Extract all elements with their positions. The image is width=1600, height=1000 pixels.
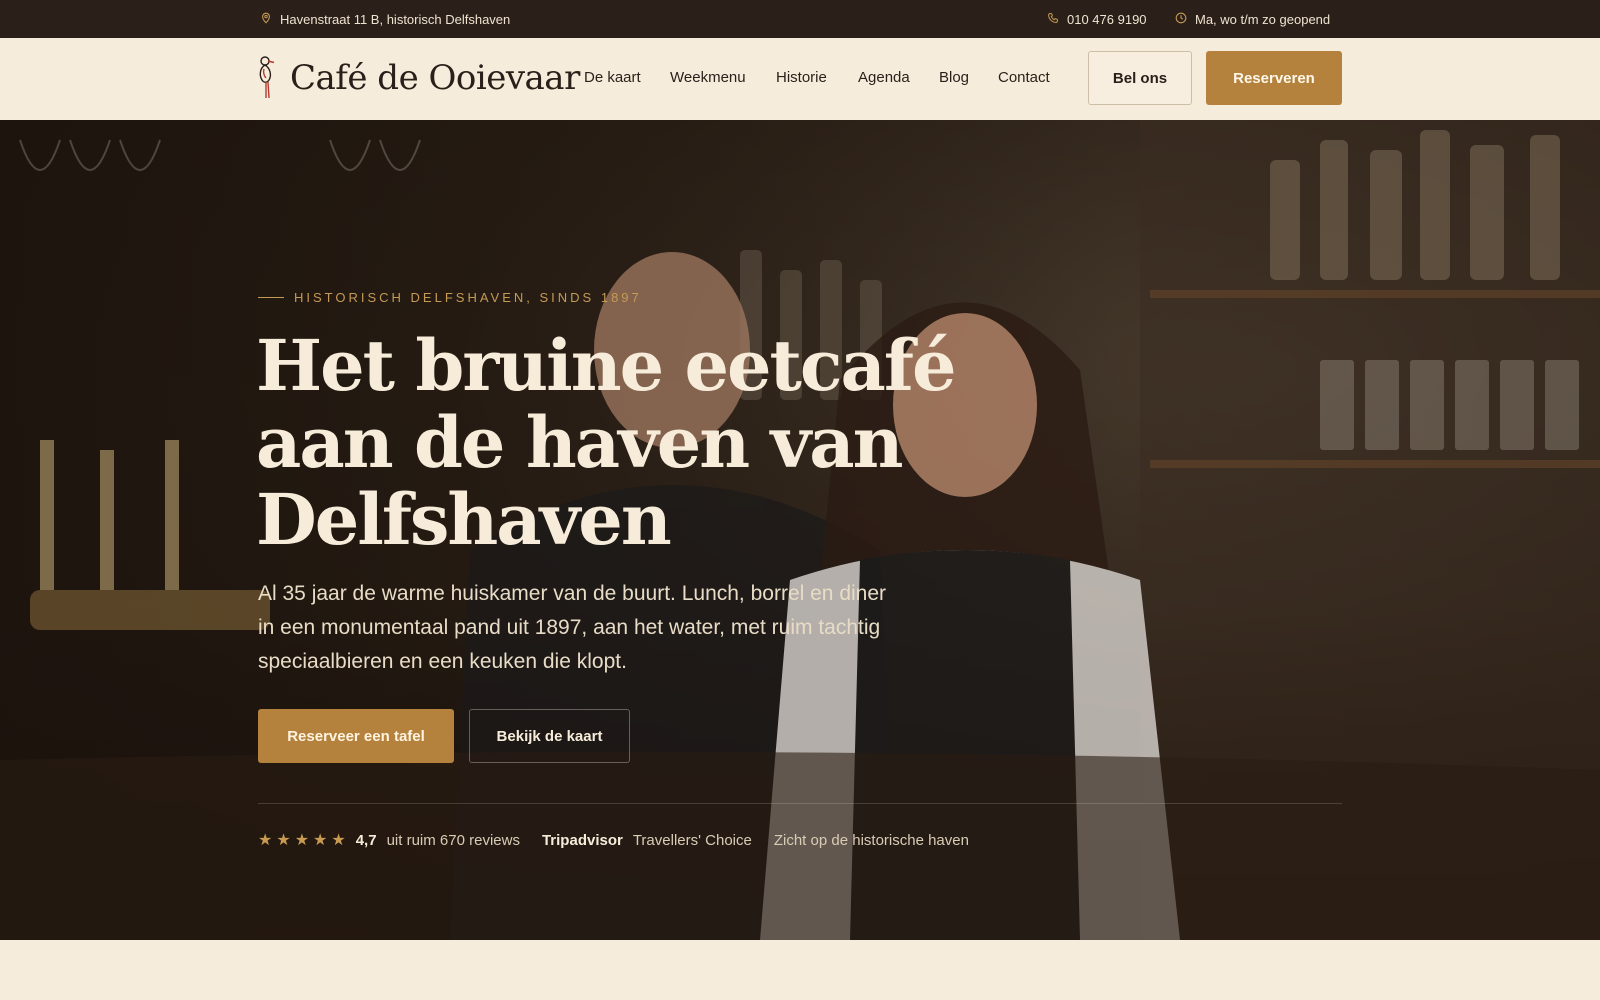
- nav-item-weekmenu[interactable]: Weekmenu: [670, 69, 746, 86]
- star-icon: ★: [313, 832, 328, 849]
- nav-item-historie[interactable]: Historie: [776, 69, 827, 86]
- travellers-choice-label: Travellers' Choice: [632, 831, 752, 849]
- hero-eyebrow: HISTORISCH DELFSHAVEN, SINDS 1897: [258, 290, 642, 305]
- star-icon: ★: [258, 832, 273, 849]
- phone-icon: [1047, 12, 1059, 27]
- phone-info[interactable]: 010 476 9190: [1047, 0, 1147, 38]
- nav-item-de-kaart[interactable]: De kaart: [584, 69, 641, 86]
- rating-value: 4,7: [355, 831, 377, 849]
- review-count: uit ruim 670 reviews: [386, 831, 520, 849]
- brand-name: Café de Ooievaar: [290, 58, 580, 98]
- nav-item-agenda[interactable]: Agenda: [858, 69, 910, 86]
- star-icon: ★: [276, 832, 291, 849]
- eyebrow-line: [258, 297, 284, 298]
- phone-text: 010 476 9190: [1067, 11, 1147, 27]
- reserve-table-button[interactable]: Reserveer een tafel: [258, 709, 454, 763]
- star-icon: ★: [331, 832, 346, 849]
- call-button[interactable]: Bel ons: [1088, 51, 1192, 105]
- address-text: Havenstraat 11 B, historisch Delfshaven: [280, 11, 511, 27]
- reserve-button[interactable]: Reserveren: [1206, 51, 1342, 105]
- stork-icon: [256, 55, 282, 101]
- clock-icon: [1175, 12, 1187, 27]
- hero-divider: [258, 803, 1342, 804]
- tripadvisor-label: Tripadvisor: [541, 831, 623, 849]
- nav-item-contact[interactable]: Contact: [998, 69, 1050, 86]
- hero-title: Het bruine eetcafé aan de haven van Delf…: [256, 324, 957, 561]
- eyebrow-text: HISTORISCH DELFSHAVEN, SINDS 1897: [294, 290, 642, 305]
- star-icon: ★: [294, 832, 310, 849]
- brand-logo[interactable]: Café de Ooievaar: [256, 55, 580, 101]
- nav-item-blog[interactable]: Blog: [939, 69, 969, 86]
- top-info-bar: Havenstraat 11 B, historisch Delfshaven …: [0, 0, 1600, 38]
- address-info[interactable]: Havenstraat 11 B, historisch Delfshaven: [260, 0, 510, 38]
- next-section: [0, 940, 1600, 1000]
- star-rating: ★ ★ ★ ★ ★: [258, 830, 346, 850]
- hero-section: HISTORISCH DELFSHAVEN, SINDS 1897 Het br…: [0, 120, 1600, 940]
- site-header: Café de Ooievaar De kaart Weekmenu Histo…: [0, 38, 1600, 120]
- harbour-view-label: Zicht op de historische haven: [773, 831, 969, 849]
- view-menu-button[interactable]: Bekijk de kaart: [469, 709, 630, 763]
- rating-row: ★ ★ ★ ★ ★ 4,7 uit ruim 670 reviews Tripa…: [258, 821, 969, 859]
- hero-subtitle: Al 35 jaar de warme huiskamer van de buu…: [258, 582, 887, 673]
- location-pin-icon: [260, 12, 272, 27]
- hours-info: Ma, wo t/m zo geopend: [1175, 0, 1330, 38]
- hours-text: Ma, wo t/m zo geopend: [1195, 11, 1331, 27]
